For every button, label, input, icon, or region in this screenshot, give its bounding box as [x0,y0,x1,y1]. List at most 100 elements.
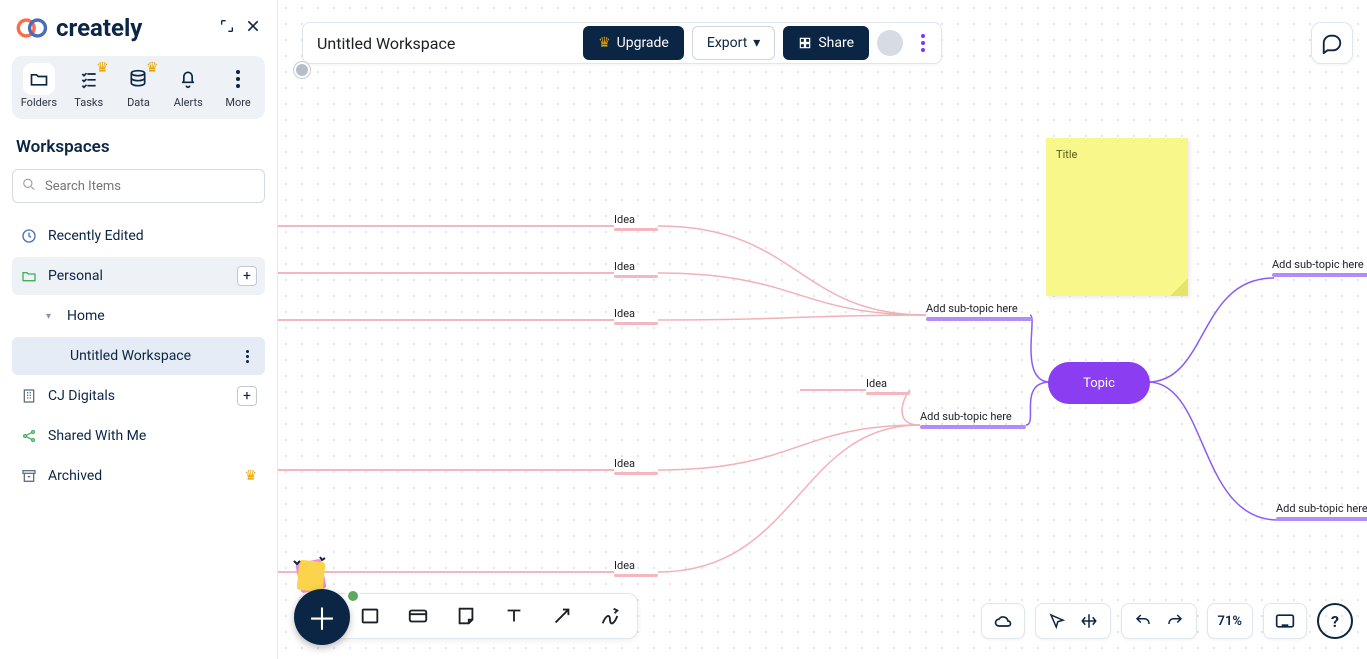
tile-label: Alerts [174,96,203,109]
zoom-pill[interactable]: 71% [1207,603,1253,639]
tile-data[interactable]: ♛ Data [114,66,162,109]
mindmap-idea[interactable]: Idea [614,559,658,577]
more-icon[interactable] [237,350,257,363]
mindmap-subtopic[interactable]: Add sub-topic here [920,410,1026,429]
keyboard-icon [1274,613,1296,629]
mindmap-idea[interactable]: Idea [866,377,910,395]
archive-icon [20,468,38,484]
edge-line [278,319,614,321]
cursor-icon[interactable] [1046,612,1068,630]
logo-icon [16,17,50,39]
search-wrap [12,169,265,203]
tile-label: Tasks [74,96,103,109]
search-input[interactable] [12,169,265,203]
folder-icon [26,66,52,92]
nav-label: Personal [48,268,103,284]
edge-line [800,389,866,391]
node-label: Idea [614,307,635,320]
nav-current-doc[interactable]: Untitled Workspace [12,337,265,375]
button-label: Upgrade [617,35,669,51]
mindmap-topic[interactable]: Topic [1048,362,1150,404]
share-icon [20,428,38,444]
status-dot [346,589,360,603]
mindmap-idea[interactable]: Idea [614,260,658,278]
node-label: Idea [614,559,635,572]
export-button[interactable]: Export ▾ [692,26,775,60]
avatar[interactable] [877,30,903,56]
add-button[interactable]: + [237,386,257,406]
nav-label: Recently Edited [48,228,144,244]
folder-icon [20,268,38,284]
node-label: Add sub-topic here [1276,502,1367,515]
tile-tasks[interactable]: ♛ Tasks [65,66,113,109]
edge-line [278,272,614,274]
more-icon[interactable] [911,34,935,52]
tile-label: Folders [21,96,57,109]
cloud-pill [981,603,1025,639]
freehand-tool[interactable] [597,603,623,629]
expand-icon[interactable] [219,18,235,38]
nav-home[interactable]: ▾ Home [12,297,265,335]
rect-tool[interactable] [357,603,383,629]
crown-icon: ♛ [146,60,159,76]
tile-label: Data [127,96,150,109]
logo-row: creately [12,14,265,56]
brand-text: creately [56,14,142,42]
chevron-down-icon: ▾ [753,35,760,51]
arrow-tool[interactable] [549,603,575,629]
share-button[interactable]: Share [783,26,869,60]
crown-icon: ♛ [598,35,611,51]
more-icon [225,66,251,92]
history-pill [1121,603,1197,639]
close-icon[interactable] [245,18,261,38]
pan-icon[interactable] [1078,612,1100,630]
node-label: Idea [614,260,635,273]
note-tool[interactable] [453,603,479,629]
nav-recently-edited[interactable]: Recently Edited [12,217,265,255]
progress-knob[interactable] [294,62,310,78]
nav-cj-digitals[interactable]: CJ Digitals + [12,377,265,415]
mindmap-idea[interactable]: Idea [614,307,658,325]
add-fab[interactable]: ＋ [294,589,350,645]
zoom-value: 71% [1218,614,1242,629]
mindmap-subtopic[interactable]: Add sub-topic here [1276,502,1367,521]
nav-label: Home [67,308,105,324]
nav-shared[interactable]: Shared With Me [12,417,265,455]
help-button[interactable]: ? [1317,603,1353,639]
upgrade-button[interactable]: ♛ Upgrade [583,26,684,60]
workspace-title[interactable]: Untitled Workspace [317,34,575,53]
nav-label: CJ Digitals [48,388,115,404]
canvas[interactable]: Untitled Workspace ♛ Upgrade Export ▾ Sh… [278,0,1367,659]
tile-more[interactable]: More [214,66,262,109]
card-tool[interactable] [405,603,431,629]
keyboard-pill[interactable] [1263,603,1307,639]
nav-personal[interactable]: Personal + [12,257,265,295]
grid-icon [798,36,812,50]
node-label: Add sub-topic here [926,302,1018,315]
button-label: Export [707,35,747,51]
node-label: Topic [1083,376,1115,391]
crown-icon: ♛ [96,60,109,76]
nav-label: Untitled Workspace [70,348,191,364]
redo-icon[interactable] [1164,612,1186,630]
cloud-icon[interactable] [992,611,1014,631]
node-label: Idea [614,213,635,226]
chat-button[interactable] [1311,22,1353,64]
mindmap-subtopic[interactable]: Add sub-topic here [926,302,1032,321]
sticky-label: Title [1056,148,1077,161]
undo-icon[interactable] [1132,612,1154,630]
mindmap-idea[interactable]: Idea [614,457,658,475]
search-icon [22,177,36,196]
nav-pill [1035,603,1111,639]
tile-alerts[interactable]: Alerts [164,66,212,109]
mindmap-idea[interactable]: Idea [614,213,658,231]
tile-folders[interactable]: Folders [15,66,63,109]
nav-archived[interactable]: Archived ♛ [12,457,265,495]
nav-label: Archived [48,468,102,484]
node-label: Idea [866,377,887,390]
sticky-note[interactable]: Title [1046,138,1188,296]
bell-icon [175,66,201,92]
text-tool[interactable] [501,603,527,629]
add-button[interactable]: + [237,266,257,286]
mindmap-subtopic[interactable]: Add sub-topic here [1272,258,1367,277]
